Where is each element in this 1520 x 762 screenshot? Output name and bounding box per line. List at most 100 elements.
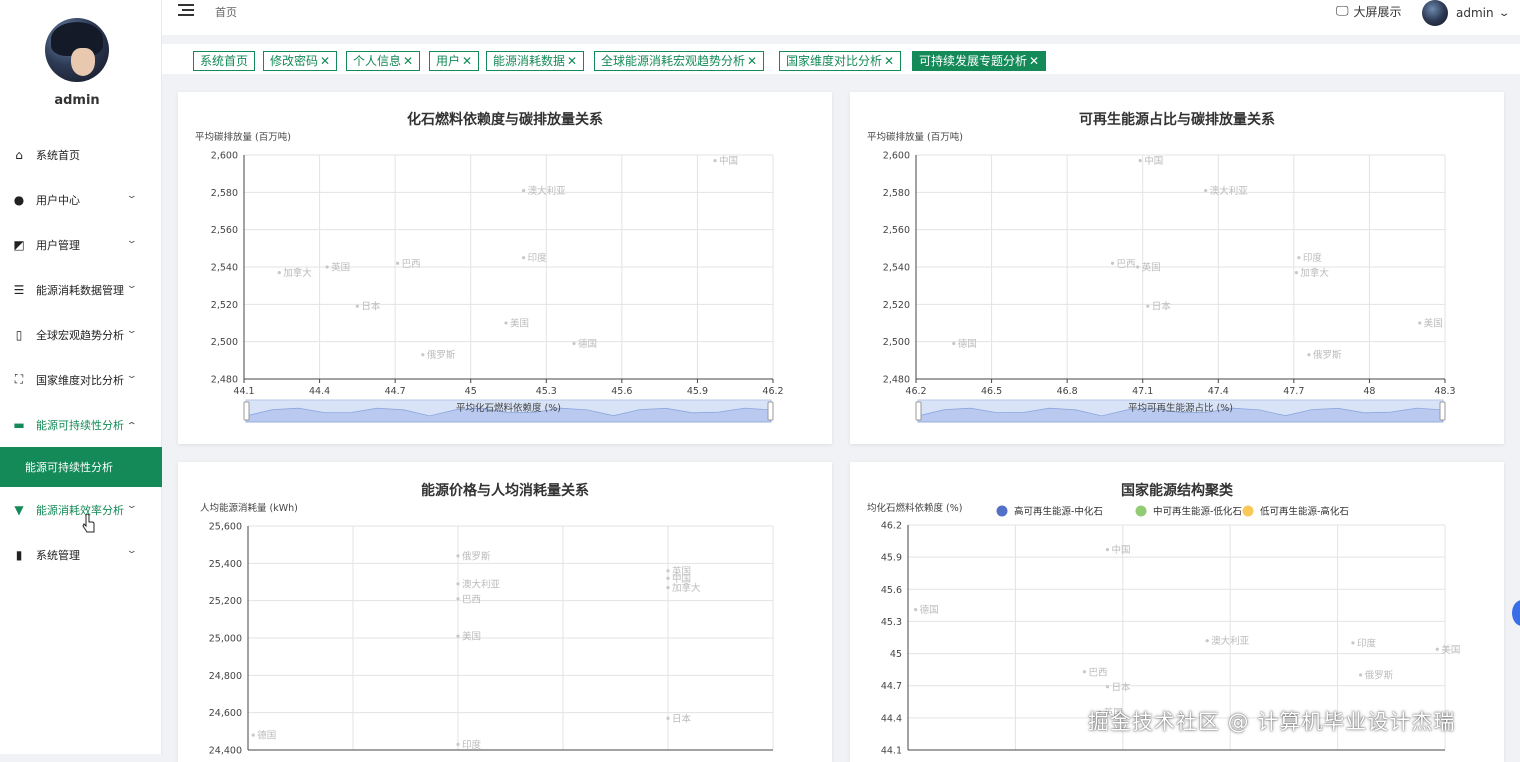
avatar[interactable] <box>45 18 109 82</box>
x-tick-label: 44.4 <box>309 386 330 397</box>
x-axis-label: 平均可再生能源占比 (%) <box>1128 402 1233 414</box>
y-tick-label: 25,400 <box>209 559 242 570</box>
close-icon[interactable]: ✕ <box>747 54 757 68</box>
y-tick-label: 2,520 <box>883 300 910 311</box>
sidebar-item-sustainability[interactable]: ▬ 能源可持续性分析 ⌄ <box>0 402 162 447</box>
legend-marker <box>1135 505 1147 517</box>
y-tick-label: 2,520 <box>211 300 238 311</box>
chart-price-consumption[interactable]: 人均能源消耗量 (kWh) 24,400 24,600 24,800 25,000 25,… <box>178 462 832 762</box>
sidebar-item-energy-data[interactable]: ☰ 能源消耗数据管理 ⌄ <box>0 267 162 312</box>
close-icon[interactable]: ✕ <box>1029 54 1039 68</box>
data-point <box>666 569 670 573</box>
sidebar-item-label: 系统首页 <box>36 148 80 162</box>
data-point <box>666 716 670 720</box>
close-icon[interactable]: ✕ <box>462 54 472 68</box>
chart-fossil-emissions[interactable]: 平均碳排放量 (百万吨) 2,480 2,500 2,520 2,540 2,560 2,5… <box>178 92 832 444</box>
x-tick-label: 46.8 <box>1057 386 1078 397</box>
sidebar-username: admin <box>54 93 100 108</box>
chevron-down-icon: ⌄ <box>126 281 139 291</box>
floating-button[interactable] <box>1512 600 1520 626</box>
sidebar-item-user-center[interactable]: ● 用户中心 ⌄ <box>0 177 162 222</box>
breadcrumb[interactable]: 首页 <box>215 4 237 20</box>
tab-global-trend[interactable]: 全球能源消耗宏观趋势分析 ✕ <box>594 51 765 71</box>
y-tick-label: 2,480 <box>211 375 238 386</box>
tab-change-password[interactable]: 修改密码 ✕ <box>263 51 338 71</box>
tab-energy-data[interactable]: 能源消耗数据 ✕ <box>486 51 585 71</box>
data-point <box>572 341 576 346</box>
home-icon: ⌂ <box>15 147 23 162</box>
y-tick-label: 2,600 <box>211 151 238 162</box>
close-icon[interactable]: ✕ <box>567 54 577 68</box>
sidebar-item-label: 能源消耗效率分析 <box>36 503 124 517</box>
big-screen-button[interactable]: 🖵 大屏展示 <box>1336 3 1402 20</box>
sidebar-item-system[interactable]: ▮ 系统管理 ⌄ <box>0 532 162 577</box>
tab-home[interactable]: 系统首页 <box>193 51 256 71</box>
zoom-handle-right <box>1439 401 1446 421</box>
y-tick-label: 25,000 <box>209 634 242 645</box>
data-point-label: 德国 <box>257 730 276 742</box>
user-menu[interactable]: admin ⌄ <box>1422 0 1511 26</box>
tab-country-compare[interactable]: 国家维度对比分析 ✕ <box>779 51 902 71</box>
x-tick-label: 46.2 <box>762 386 783 397</box>
sidebar-item-home[interactable]: ⌂ 系统首页 <box>0 132 162 177</box>
data-point-label: 英国 <box>331 262 350 274</box>
chart-area-icon: ◩ <box>13 237 25 252</box>
y-tick-label: 45.3 <box>881 617 902 628</box>
data-point-label: 俄罗斯 <box>1365 670 1394 682</box>
sidebar-item-country-compare[interactable]: ⛶ 国家维度对比分析 ⌄ <box>0 357 162 402</box>
data-point-label: 日本 <box>1152 301 1172 313</box>
data-point <box>522 256 526 260</box>
data-point-label: 美国 <box>510 318 529 330</box>
tab-user[interactable]: 用户 ✕ <box>429 51 480 71</box>
tab-label: 全球能源消耗宏观趋势分析 <box>601 54 746 68</box>
data-point <box>277 271 281 275</box>
data-point <box>713 159 717 163</box>
data-point-label: 日本 <box>672 713 692 725</box>
chevron-down-icon: ⌄ <box>126 371 139 381</box>
chevron-down-icon: ⌄ <box>1497 7 1511 19</box>
data-point <box>522 188 526 193</box>
y-tick-label: 24,800 <box>209 671 242 682</box>
big-screen-label: 大屏展示 <box>1353 5 1402 19</box>
y-tick-label: 46.2 <box>881 521 902 532</box>
data-point <box>396 261 400 265</box>
y-axis-label: 平均碳排放量 (百万吨) <box>867 131 963 143</box>
close-icon[interactable]: ✕ <box>884 54 894 68</box>
y-tick-label: 44.1 <box>881 746 902 757</box>
pin-icon: ▼ <box>14 502 24 517</box>
chevron-down-icon: ⌄ <box>126 546 139 556</box>
close-icon[interactable]: ✕ <box>320 54 330 68</box>
data-point-label: 加拿大 <box>1300 267 1329 279</box>
data-point-label: 中国 <box>1144 155 1163 167</box>
tab-personal-info[interactable]: 个人信息 ✕ <box>346 51 421 71</box>
data-point <box>504 321 508 325</box>
y-tick-label: 45 <box>890 649 902 660</box>
chart-renewable-emissions[interactable]: 平均碳排放量 (百万吨) 2,480 2,500 2,520 2,540 2,560 2,5… <box>850 92 1504 444</box>
y-tick-label: 24,600 <box>209 708 242 719</box>
data-point-label: 日本 <box>361 301 381 313</box>
chart-card-price-consumption: 能源价格与人均消耗量关系 人均能源消耗量 (kWh) 24,400 24,600 24… <box>178 462 832 762</box>
tab-sustainability[interactable]: 可持续发展专题分析 ✕ <box>912 51 1047 71</box>
data-point-label: 澳大利亚 <box>462 578 501 590</box>
data-point-label: 德国 <box>920 604 939 616</box>
legend-label: 中可再生能源-低化石 <box>1153 506 1242 518</box>
data-point <box>1351 641 1355 645</box>
data-point <box>456 634 460 638</box>
data-point-label: 俄罗斯 <box>427 349 456 361</box>
sidebar-item-label: 国家维度对比分析 <box>36 373 124 387</box>
avatar <box>1422 0 1448 26</box>
x-tick-label: 48 <box>1363 386 1375 397</box>
data-point <box>1146 304 1150 308</box>
sidebar-subitem-sustainability[interactable]: 能源可持续性分析 <box>0 447 162 487</box>
data-point <box>1105 685 1110 689</box>
sidebar-item-efficiency[interactable]: ▼ 能源消耗效率分析 ⌄ <box>0 487 162 532</box>
data-point <box>1418 321 1422 325</box>
close-icon[interactable]: ✕ <box>403 54 413 68</box>
menu-toggle-icon[interactable] <box>178 4 194 18</box>
data-point-label: 澳大利亚 <box>1211 635 1250 647</box>
data-point-label: 英国 <box>1142 262 1161 274</box>
sidebar-item-user-management[interactable]: ◩ 用户管理 ⌄ <box>0 222 162 267</box>
y-axis-label: 平均碳排放量 (百万吨) <box>195 131 291 143</box>
data-point <box>456 554 460 558</box>
sidebar-item-global-trend[interactable]: ▯ 全球宏观趋势分析 ⌄ <box>0 312 162 357</box>
